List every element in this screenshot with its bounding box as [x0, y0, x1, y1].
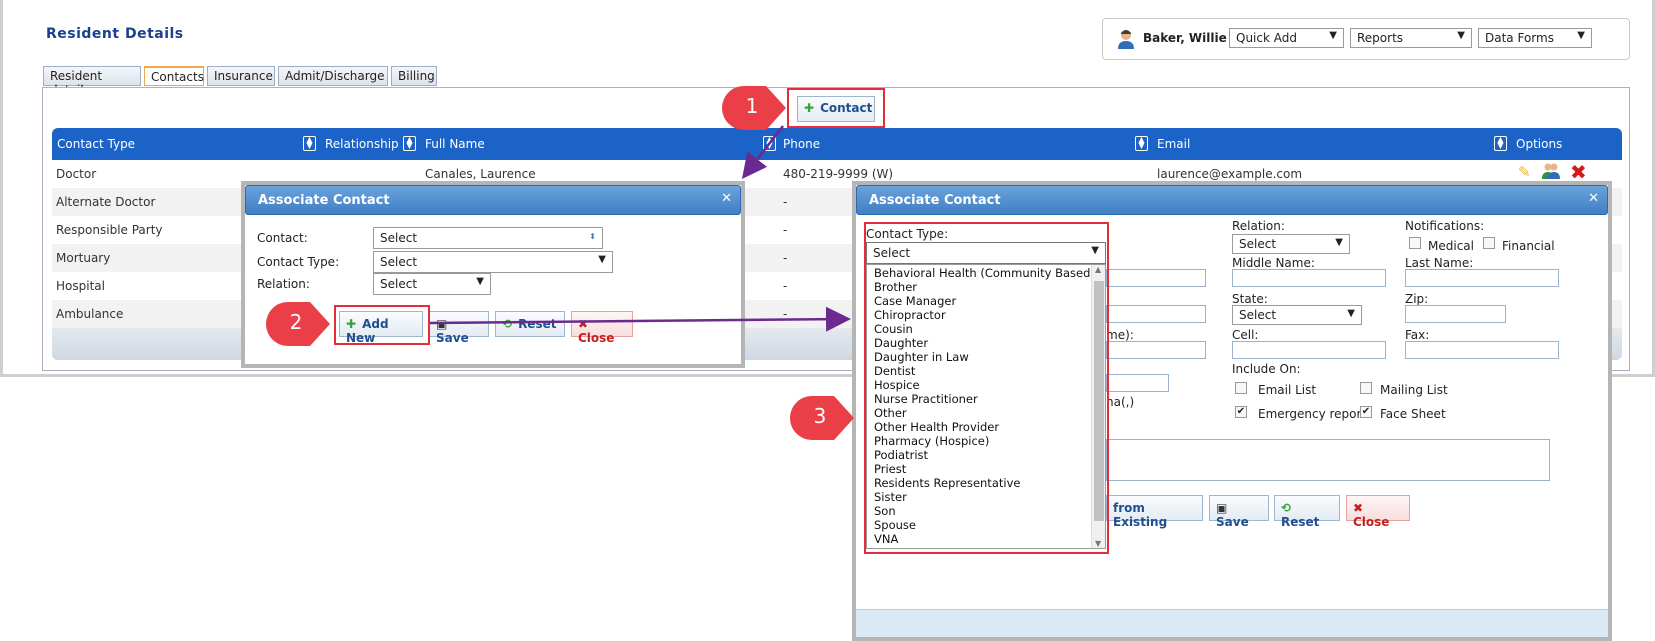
step-number: 1 [745, 94, 759, 118]
annotation-arrows [429, 125, 851, 332]
step-marker-1: 1 [722, 86, 786, 130]
arrow-1 [741, 125, 784, 179]
step-number: 3 [813, 404, 827, 428]
step-marker-2: 2 [266, 302, 330, 346]
arrow-2 [429, 306, 851, 332]
step-marker-3: 3 [790, 396, 854, 440]
step-number: 2 [289, 310, 303, 334]
